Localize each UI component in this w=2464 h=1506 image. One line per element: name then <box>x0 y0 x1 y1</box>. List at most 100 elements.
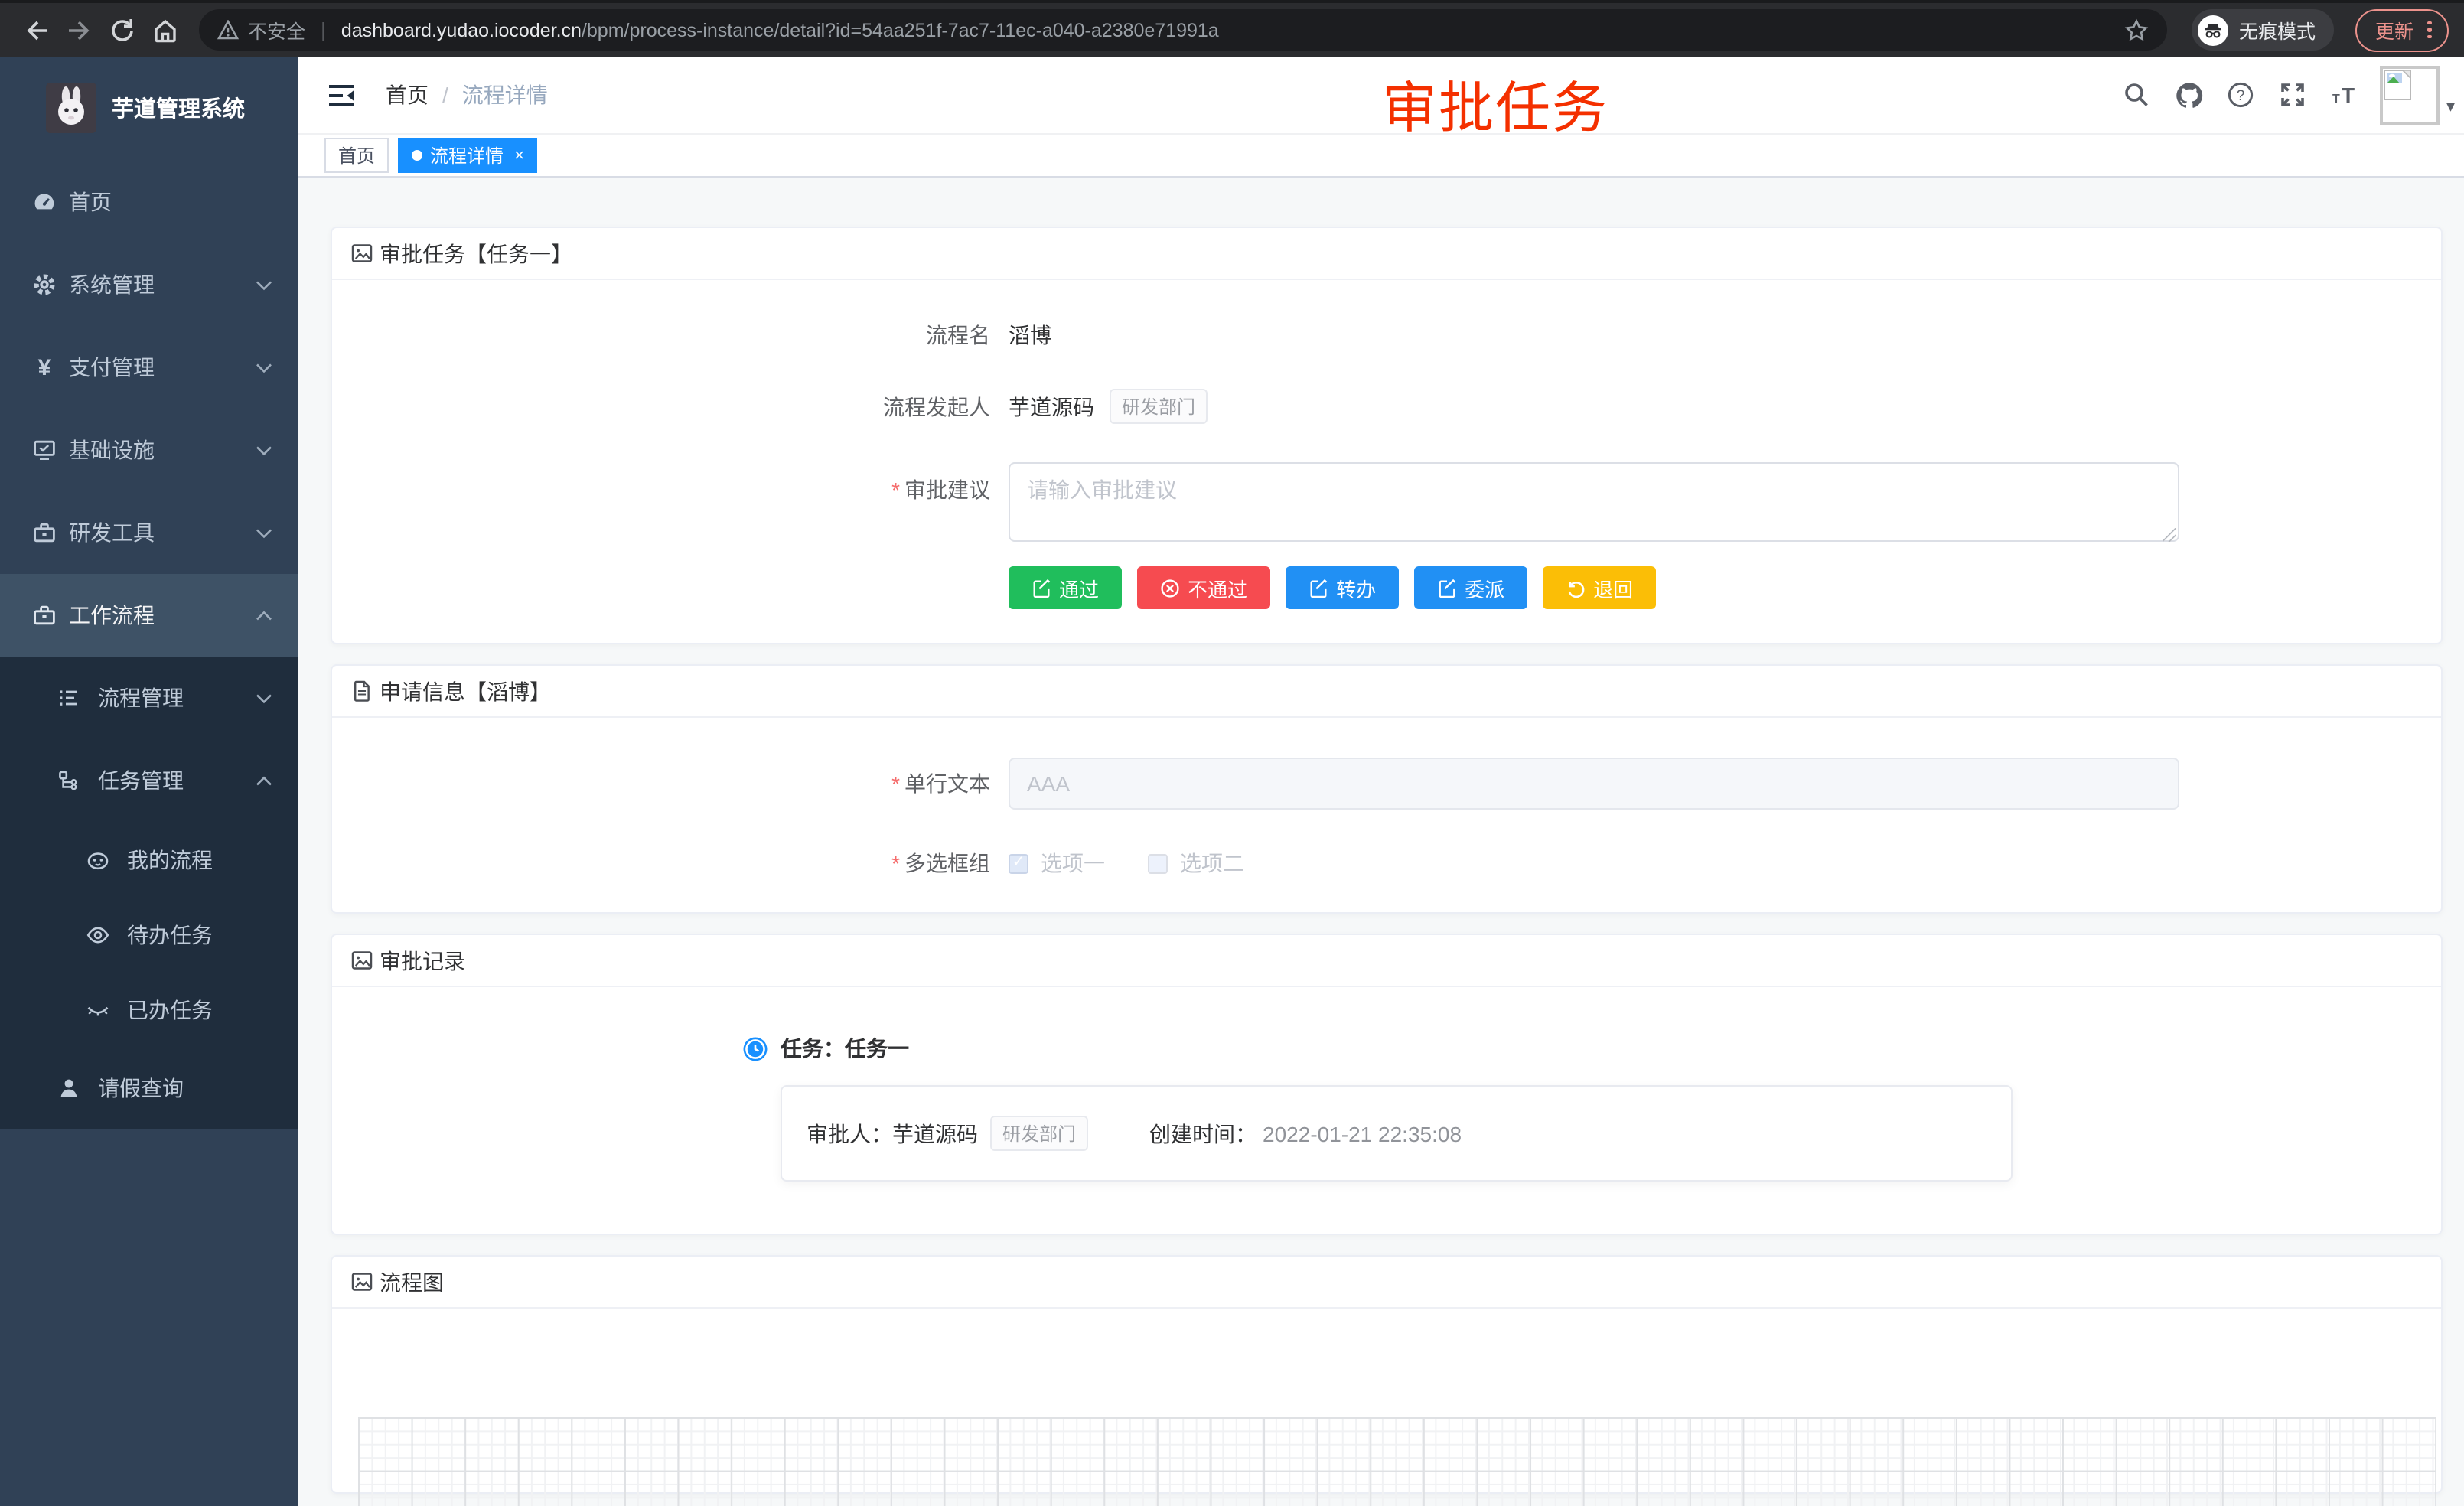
eye-icon <box>86 922 110 947</box>
sidebar-item-home[interactable]: 首页 <box>0 161 298 243</box>
incognito-badge[interactable]: 无痕模式 <box>2192 9 2334 51</box>
navbar-actions: ? TT ▾ <box>2111 57 2464 133</box>
card-header: 审批任务【任务一】 <box>332 228 2441 280</box>
suggestion-row: *审批建议 <box>363 462 2410 546</box>
return-button[interactable]: 退回 <box>1543 566 1656 609</box>
approve-button[interactable]: 通过 <box>1009 566 1122 609</box>
approval-record-card: 审批记录 任务：任务一 审批人： 芋道 <box>331 934 2443 1235</box>
incognito-icon <box>2198 15 2228 45</box>
chevron-down-icon <box>256 445 272 455</box>
font-size-icon[interactable]: TT <box>2319 57 2371 133</box>
sidebar-menu: 首页 系统管理 ¥ 支付管理 <box>0 161 298 1130</box>
svg-text:T: T <box>2333 93 2341 106</box>
sidebar-item-leave-query[interactable]: 请假查询 <box>0 1047 298 1130</box>
back-icon[interactable] <box>15 8 58 51</box>
required-asterisk: * <box>891 478 900 502</box>
card-header: 申请信息【滔博】 <box>332 666 2441 718</box>
sidebar-item-label: 支付管理 <box>69 352 155 383</box>
sidebar-item-label: 已办任务 <box>127 994 213 1025</box>
sidebar-item-task-mgmt[interactable]: 任务管理 <box>0 739 298 822</box>
chevron-down-icon <box>256 527 272 538</box>
annotation-text: 审批任务 <box>1382 64 1608 144</box>
field-label: *单行文本 <box>363 768 1009 799</box>
address-divider: | <box>321 18 326 41</box>
reload-icon[interactable] <box>101 8 144 51</box>
delegate-button[interactable]: 委派 <box>1414 566 1527 609</box>
update-label: 更新 <box>2375 15 2413 44</box>
process-name-row: 流程名 滔博 <box>363 320 2410 350</box>
home-icon[interactable] <box>144 8 187 51</box>
suggestion-textarea[interactable] <box>1009 462 2179 542</box>
browser-menu-icon[interactable] <box>2427 21 2431 39</box>
help-icon[interactable]: ? <box>2215 57 2267 133</box>
reject-button[interactable]: 不通过 <box>1137 566 1270 609</box>
tab-home[interactable]: 首页 <box>324 138 389 173</box>
checkbox-group-row: *多选框组 ✓ 选项一 选项二 <box>363 848 2410 878</box>
breadcrumb: 首页 / 流程详情 <box>386 80 548 110</box>
tab-label: 流程详情 <box>430 142 504 168</box>
transfer-button[interactable]: 转办 <box>1286 566 1399 609</box>
card-title: 审批记录 <box>380 945 465 976</box>
github-icon[interactable] <box>2163 57 2215 133</box>
assignee-value: 芋道源码 <box>892 1118 978 1149</box>
sidebar-item-workflow[interactable]: 工作流程 <box>0 574 298 657</box>
application-info-card: 申请信息【滔博】 *单行文本 *多选框组 ✓ 选项一 <box>331 664 2443 914</box>
checkbox-unchecked-icon <box>1148 853 1168 873</box>
sidebar-item-process-mgmt[interactable]: 流程管理 <box>0 657 298 739</box>
sidebar-item-todo-tasks[interactable]: 待办任务 <box>0 897 298 972</box>
field-label: *多选框组 <box>363 848 1009 878</box>
clock-icon <box>742 1035 768 1061</box>
sidebar-item-infra[interactable]: 基础设施 <box>0 409 298 491</box>
timeline-item-head: 任务：任务一 <box>742 1033 2410 1064</box>
chevron-down-icon <box>256 362 272 373</box>
initiator-value: 芋道源码 <box>1009 391 1094 422</box>
checkbox-checked-icon: ✓ <box>1009 853 1028 873</box>
single-text-input <box>1009 758 2179 810</box>
chevron-down-icon <box>256 693 272 703</box>
tab-process-detail[interactable]: 流程详情 × <box>398 138 538 173</box>
bpmn-canvas-grid[interactable] <box>358 1417 2436 1506</box>
department-tag: 研发部门 <box>990 1116 1088 1151</box>
sidebar-item-system[interactable]: 系统管理 <box>0 243 298 326</box>
search-icon[interactable] <box>2111 57 2163 133</box>
sidebar-item-devtools[interactable]: 研发工具 <box>0 491 298 574</box>
fullscreen-icon[interactable] <box>2267 57 2319 133</box>
sidebar-item-label: 系统管理 <box>69 269 155 300</box>
avatar[interactable] <box>2381 65 2440 125</box>
sidebar-item-label: 基础设施 <box>69 435 155 465</box>
forward-icon[interactable] <box>58 8 101 51</box>
url-path: /bpm/process-instance/detail?id=54aa251f… <box>582 19 1219 41</box>
org-node-icon <box>57 768 81 793</box>
button-label: 退回 <box>1593 573 1633 602</box>
card-title: 审批任务【任务一】 <box>380 238 572 269</box>
sidebar-item-done-tasks[interactable]: 已办任务 <box>0 972 298 1047</box>
browser-toolbar: 不安全 | dashboard.yudao.iocoder.cn/bpm/pro… <box>0 0 2464 57</box>
sidebar-item-pay[interactable]: ¥ 支付管理 <box>0 326 298 409</box>
bookmark-star-icon[interactable] <box>2124 18 2149 42</box>
breadcrumb-home[interactable]: 首页 <box>386 80 429 110</box>
security-warning-icon <box>217 20 239 40</box>
eye-closed-icon <box>86 997 110 1022</box>
required-asterisk: * <box>891 851 900 875</box>
caret-down-icon[interactable]: ▾ <box>2446 96 2455 116</box>
checkbox-option2: 选项二 <box>1148 848 1244 878</box>
list-tree-icon <box>57 686 81 710</box>
yen-icon: ¥ <box>32 355 57 380</box>
sidebar-item-label: 我的流程 <box>127 844 213 875</box>
process-diagram-card: 流程图 <box>331 1255 2443 1494</box>
breadcrumb-separator: / <box>442 83 448 107</box>
timeline: 任务：任务一 审批人： 芋道源码 研发部门 创建时间： 2022-01-21 2… <box>742 1033 2410 1182</box>
field-label: 流程名 <box>363 320 1009 350</box>
address-bar[interactable]: 不安全 | dashboard.yudao.iocoder.cn/bpm/pro… <box>199 9 2167 51</box>
sidebar-item-label: 任务管理 <box>98 765 184 796</box>
sidebar-item-my-process[interactable]: 我的流程 <box>0 822 298 897</box>
button-label: 委派 <box>1465 573 1504 602</box>
close-icon[interactable]: × <box>514 146 524 165</box>
initiator-row: 流程发起人 芋道源码 研发部门 <box>363 389 2410 424</box>
sidebar-toggle-icon[interactable] <box>321 75 361 115</box>
button-label: 通过 <box>1059 573 1099 602</box>
create-time-label: 创建时间： <box>1149 1118 1256 1149</box>
assignee-label: 审批人： <box>807 1118 892 1149</box>
field-label: 流程发起人 <box>363 391 1009 422</box>
update-button[interactable]: 更新 <box>2355 8 2448 51</box>
